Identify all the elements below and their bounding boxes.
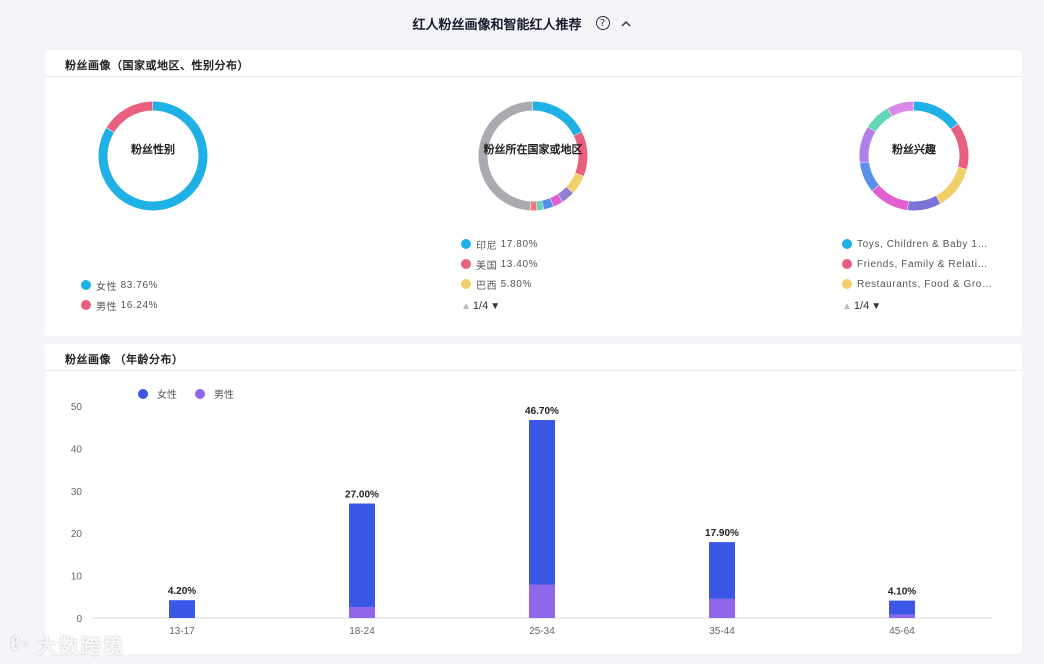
legend-item-country[interactable]: 美国 13.40% <box>461 254 538 274</box>
legend-label: 女性 <box>96 281 118 293</box>
fans-age-card: 粉丝画像 （年龄分布） 女性 男性 0 10 20 30 40 50 4.20% 13-17 2… <box>45 344 1022 654</box>
legend-item-interest[interactable]: Toys, Children & Baby 15... <box>842 234 992 254</box>
chevron-up-icon[interactable] <box>620 17 632 29</box>
section-header: 红人粉丝画像和智能红人推荐 ? <box>0 0 1044 46</box>
legend-dot-female <box>81 280 91 290</box>
fans-region-card: 粉丝画像（国家或地区、性别分布） 粉丝性别 女性 83.76% 男性 16.24… <box>45 50 1022 336</box>
age-bar-chart: 0 10 20 30 40 50 4.20% 13-17 27.00% 18-24 46.70% 25… <box>71 402 992 637</box>
x-tick-label: 25-34 <box>529 626 555 637</box>
legend-label: 男性 <box>96 301 118 313</box>
card-title-region: 粉丝画像（国家或地区、性别分布） <box>45 50 1022 77</box>
bar-female[interactable] <box>709 542 735 599</box>
legend-value: 83.76% <box>120 279 159 291</box>
bar-male[interactable] <box>349 606 375 618</box>
help-icon[interactable]: ? <box>595 16 610 30</box>
legend-label: 巴西 <box>476 280 498 292</box>
pager-text: 1/4 <box>853 300 870 312</box>
gender-donut-label: 粉丝性别 <box>131 144 175 156</box>
legend-item-interest[interactable]: Restaurants, Food & Gro... <box>842 274 992 294</box>
country-donut-slice[interactable] <box>557 186 573 202</box>
y-tick-label: 20 <box>71 529 83 540</box>
legend-dot <box>842 279 852 289</box>
watermark: ℓ◦ 大数跨境 <box>10 630 125 659</box>
pager-text: 1/4 <box>472 300 489 312</box>
x-tick-label: 35-44 <box>709 626 735 637</box>
section-title: 红人粉丝画像和智能红人推荐 <box>412 16 582 32</box>
interest-donut-slice[interactable] <box>887 101 914 117</box>
country-donut-slice[interactable] <box>566 172 584 193</box>
interest-donut-slice[interactable] <box>950 123 969 170</box>
interest-donut-slice[interactable] <box>913 101 958 130</box>
bar-female[interactable] <box>169 600 195 618</box>
legend-dot <box>461 239 471 249</box>
country-donut-slice[interactable] <box>536 200 544 211</box>
bar-female[interactable] <box>529 419 555 585</box>
pager-prev-icon[interactable]: ▲ <box>461 301 471 312</box>
interest-donut-label: 粉丝兴趣 <box>892 144 936 156</box>
interest-donut-slice[interactable] <box>872 185 909 211</box>
gender-donut-slice[interactable] <box>106 101 153 133</box>
legend-label: 美国 <box>476 260 498 272</box>
pager-next-icon[interactable]: ▼ <box>871 301 881 312</box>
legend-value: 5.80% <box>500 278 532 290</box>
legend-dot <box>842 259 852 269</box>
country-donut-label: 粉丝所在国家或地区 <box>483 144 583 156</box>
interest-donut-slice[interactable] <box>907 195 941 211</box>
bar-male[interactable] <box>889 614 915 618</box>
legend-value: 17.80% <box>500 238 539 250</box>
country-legend-pager: ▲ 1/4 ▼ <box>461 300 500 312</box>
legend-item-male[interactable]: 男性 16.24% <box>81 295 158 315</box>
x-tick-label: 18-24 <box>349 626 375 637</box>
x-tick-label: 45-64 <box>889 626 915 637</box>
bar-data-label: 27.00% <box>345 490 379 501</box>
bar-data-label: 46.70% <box>525 406 559 417</box>
y-tick-label: 50 <box>71 402 83 413</box>
bar-data-label: 4.20% <box>168 586 196 597</box>
y-tick-label: 10 <box>71 572 83 583</box>
country-legend: 印尼 17.80% 美国 13.40% 巴西 5.80% <box>461 234 538 294</box>
gender-legend: 女性 83.76% 男性 16.24% <box>81 275 158 315</box>
pager-next-icon[interactable]: ▼ <box>490 301 500 312</box>
legend-dot <box>842 239 852 249</box>
interest-legend: Toys, Children & Baby 15... Friends, Fam… <box>842 234 992 294</box>
legend-label: 印尼 <box>476 240 498 252</box>
country-donut-slice[interactable] <box>542 198 554 210</box>
bar-male[interactable] <box>529 584 555 618</box>
legend-value: 13.40% <box>500 258 539 270</box>
bar-female[interactable] <box>889 600 915 615</box>
interest-donut-slice[interactable] <box>859 127 876 163</box>
bar-female[interactable] <box>349 503 375 607</box>
watermark-text: 大数跨境 <box>36 636 125 658</box>
legend-item-country[interactable]: 印尼 17.80% <box>461 234 538 254</box>
y-tick-label: 40 <box>71 444 83 455</box>
bar-male[interactable] <box>709 598 735 618</box>
watermark-logo-icon: ℓ◦ <box>10 633 31 655</box>
interest-donut-slice[interactable] <box>867 108 892 132</box>
legend-item-interest[interactable]: Friends, Family & Relatio... <box>842 254 992 274</box>
y-tick-label: 30 <box>71 487 83 498</box>
legend-label: Toys, Children & Baby 15... <box>857 238 992 250</box>
bar-data-label: 4.10% <box>888 587 916 598</box>
y-tick-label: 0 <box>76 614 82 625</box>
legend-dot <box>461 259 471 269</box>
interest-legend-pager: ▲ 1/4 ▼ <box>842 300 881 312</box>
legend-dot <box>461 279 471 289</box>
interest-donut-slice[interactable] <box>860 161 880 191</box>
legend-dot-male <box>81 300 91 310</box>
x-tick-label: 13-17 <box>169 626 195 637</box>
bar-data-label: 17.90% <box>705 528 739 539</box>
legend-label: Restaurants, Food & Gro... <box>857 278 992 290</box>
country-donut-slice[interactable] <box>550 194 563 207</box>
interest-donut-slice[interactable] <box>936 167 967 204</box>
card-title-age: 粉丝画像 （年龄分布） <box>45 344 1022 371</box>
legend-value: 16.24% <box>120 299 159 311</box>
legend-label: Friends, Family & Relatio... <box>857 258 992 270</box>
legend-item-female[interactable]: 女性 83.76% <box>81 275 158 295</box>
country-donut-slice[interactable] <box>532 101 582 136</box>
legend-item-country[interactable]: 巴西 5.80% <box>461 274 538 294</box>
pager-prev-icon[interactable]: ▲ <box>842 301 852 312</box>
